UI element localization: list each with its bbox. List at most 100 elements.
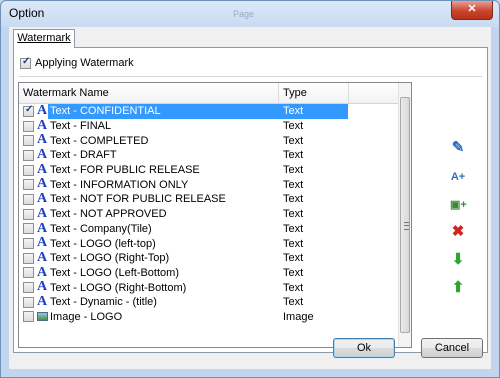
list-item[interactable]: A Text - LOGO (Left-Bottom) Text <box>19 264 399 281</box>
row-checkbox[interactable] <box>23 104 34 117</box>
dialog-body: Watermark Applying Watermark Watermark N… <box>9 27 491 369</box>
text-a-icon: A <box>37 117 48 133</box>
delete-watermark-button[interactable]: ✖ <box>450 224 466 240</box>
divider <box>18 76 482 77</box>
row-checkbox[interactable] <box>23 164 34 176</box>
add-text-watermark-button[interactable]: A+ <box>450 168 466 184</box>
watermark-name: Text - LOGO (Right-Top) <box>50 252 170 265</box>
add-image-icon: ▣+ <box>450 199 467 211</box>
watermark-list[interactable]: Watermark Name Type AText - CONFIDENTIAL… <box>18 82 412 348</box>
list-item[interactable]: A Text - NOT APPROVED Text <box>19 205 399 222</box>
watermark-type: Text <box>283 105 304 118</box>
watermark-name: Text - LOGO (Right-Bottom) <box>50 281 187 294</box>
scrollbar-thumb[interactable] <box>400 97 410 333</box>
list-item[interactable]: Image - LOGO Image <box>19 310 399 325</box>
list-item[interactable]: A Text - FINAL Text <box>19 117 399 134</box>
text-a-icon: A <box>37 220 48 236</box>
list-item[interactable]: A Text - Company(Tile) Text <box>19 220 399 237</box>
watermark-type: Text <box>283 149 304 162</box>
text-a-icon: A <box>37 264 48 280</box>
list-item[interactable]: A Text - Dynamic - (title) Text <box>19 293 399 310</box>
row-checkbox[interactable] <box>23 223 34 235</box>
edit-icon: ✎ <box>451 139 465 156</box>
row-checkbox[interactable] <box>23 238 34 250</box>
text-a-icon: A <box>37 191 48 207</box>
watermark-name: Text - FINAL <box>50 120 112 133</box>
background-window-title: Page <box>233 9 255 19</box>
watermark-type: Text <box>283 252 304 265</box>
text-a-icon: A <box>37 235 48 251</box>
watermark-tab-panel: Applying Watermark Watermark Name Type A… <box>13 47 488 353</box>
watermark-type: Text <box>283 178 304 191</box>
arrow-down-icon: ⬇ <box>451 251 465 268</box>
list-item[interactable]: A Text - LOGO (Right-Bottom) Text <box>19 280 399 295</box>
list-item[interactable]: AText - CONFIDENTIAL Text <box>19 104 399 119</box>
watermark-type: Image <box>283 310 314 323</box>
row-checkbox[interactable] <box>23 296 34 308</box>
list-item[interactable]: A Text - FOR PUBLIC RELEASE Text <box>19 162 399 178</box>
move-up-button[interactable]: ⬆ <box>450 280 466 296</box>
row-checkbox[interactable] <box>23 179 34 191</box>
watermark-name: Text - Company(Tile) <box>50 222 152 235</box>
text-a-icon: A <box>37 205 48 221</box>
list-item[interactable]: A Text - COMPLETED Text <box>19 133 399 148</box>
watermark-name: Text - NOT APPROVED <box>50 208 167 221</box>
watermark-name: Text - INFORMATION ONLY <box>50 178 189 191</box>
text-a-icon: A <box>37 103 48 118</box>
text-a-icon: A <box>37 132 48 148</box>
text-a-icon: A <box>37 176 48 192</box>
applying-watermark-label: Applying Watermark <box>35 57 134 69</box>
text-a-icon: A <box>37 279 48 295</box>
watermark-name: Image - LOGO <box>50 310 123 323</box>
watermark-type: Text <box>283 296 304 309</box>
row-checkbox[interactable] <box>23 120 34 132</box>
tab-label: Watermark <box>17 32 71 44</box>
row-checkbox[interactable] <box>23 208 34 220</box>
watermark-name: Text - LOGO (left-top) <box>50 237 156 250</box>
close-button[interactable]: ✕ <box>451 1 493 20</box>
row-checkbox[interactable] <box>23 193 34 205</box>
window-title: Option <box>9 6 45 20</box>
watermark-type: Text <box>283 193 304 206</box>
edit-watermark-button[interactable]: ✎ <box>450 140 466 156</box>
move-down-button[interactable]: ⬇ <box>450 252 466 268</box>
list-item[interactable]: A Text - DRAFT Text <box>19 148 399 163</box>
column-header-type[interactable]: Type <box>279 83 349 103</box>
watermark-name: Text - Dynamic - (title) <box>50 296 157 309</box>
watermark-type: Text <box>283 134 304 147</box>
row-checkbox[interactable] <box>23 149 34 161</box>
list-item[interactable]: A Text - LOGO (Right-Top) Text <box>19 250 399 266</box>
list-header: Watermark Name Type <box>19 83 399 104</box>
list-item[interactable]: A Text - NOT FOR PUBLIC RELEASE Text <box>19 192 399 207</box>
text-a-icon: A <box>37 293 48 309</box>
ok-button[interactable]: Ok <box>333 338 395 358</box>
vertical-scrollbar[interactable] <box>398 83 411 347</box>
row-checkbox[interactable] <box>23 282 34 294</box>
row-checkbox[interactable] <box>23 267 34 279</box>
row-checkbox[interactable] <box>23 311 34 323</box>
delete-icon: ✖ <box>451 223 465 240</box>
list-item[interactable]: A Text - INFORMATION ONLY Text <box>19 177 399 192</box>
watermark-name: Text - LOGO (Left-Bottom) <box>50 266 179 279</box>
option-dialog: Option Page ✕ Watermark Applying Waterma… <box>0 0 500 378</box>
watermark-name: Text - FOR PUBLIC RELEASE <box>50 164 200 177</box>
add-image-watermark-button[interactable]: ▣+ <box>450 196 467 212</box>
watermark-type: Text <box>283 222 304 235</box>
watermark-name: Text - CONFIDENTIAL <box>50 105 161 118</box>
cancel-button[interactable]: Cancel <box>421 338 483 358</box>
column-header-name[interactable]: Watermark Name <box>19 83 279 103</box>
arrow-up-icon: ⬆ <box>451 279 465 296</box>
watermark-type: Text <box>283 164 304 177</box>
row-checkbox[interactable] <box>23 135 34 147</box>
add-text-icon: A+ <box>450 171 466 183</box>
list-rows: AText - CONFIDENTIALTextAText - FINALTex… <box>19 104 399 324</box>
row-checkbox[interactable] <box>23 252 34 264</box>
title-bar[interactable]: Option Page ✕ <box>1 1 499 27</box>
tab-watermark[interactable]: Watermark <box>13 29 75 48</box>
scroll-grip-icon <box>404 222 409 230</box>
list-item[interactable]: A Text - LOGO (left-top) Text <box>19 236 399 251</box>
checkbox-box[interactable] <box>20 56 31 69</box>
text-a-icon: A <box>37 147 48 163</box>
applying-watermark-checkbox[interactable]: Applying Watermark <box>20 56 134 70</box>
watermark-type: Text <box>283 120 304 133</box>
